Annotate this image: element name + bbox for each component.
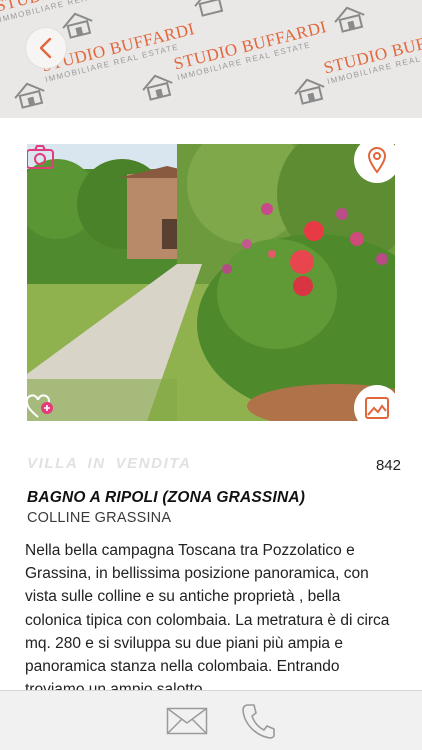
header-banner: STUDIO BUFFARDI IMMOBILIARE REAL ESTATE … — [0, 0, 422, 118]
listing-zone: COLLINE GRASSINA — [27, 510, 172, 526]
image-gallery-icon — [365, 397, 389, 419]
back-button[interactable] — [25, 27, 67, 69]
listing-type-row: VILLA IN VENDITA 842 — [27, 455, 401, 475]
email-button[interactable] — [165, 701, 209, 741]
property-image — [27, 144, 395, 421]
brand-watermark: STUDIO BUFFARDI IMMOBILIARE REAL ESTATE — [172, 17, 331, 82]
brand-watermark — [138, 70, 177, 103]
brand-watermark — [290, 74, 329, 107]
house-logo-icon — [294, 78, 325, 105]
listing-location: BAGNO A RIPOLI (ZONA GRASSINA) — [27, 489, 306, 506]
house-logo-icon — [334, 6, 365, 33]
property-photo[interactable] — [27, 144, 395, 421]
house-logo-icon — [142, 74, 173, 101]
listing-description: Nella bella campagna Toscana tra Pozzola… — [25, 542, 390, 690]
chevron-left-icon — [39, 37, 52, 59]
envelope-icon — [166, 707, 208, 735]
gallery-button[interactable] — [354, 385, 395, 421]
phone-icon — [242, 704, 275, 739]
listing-type: VILLA IN VENDITA — [27, 455, 192, 472]
brand-watermark — [190, 0, 229, 19]
house-logo-icon — [14, 82, 45, 109]
heart-plus-icon — [27, 394, 53, 418]
camera-icon — [27, 145, 54, 169]
contact-toolbar — [0, 690, 422, 750]
brand-watermark — [10, 78, 49, 111]
house-logo-icon — [194, 0, 225, 17]
map-pin-icon — [367, 147, 387, 174]
listing-reference: 842 — [375, 457, 401, 474]
brand-watermark — [330, 2, 369, 35]
phone-button[interactable] — [236, 701, 280, 741]
